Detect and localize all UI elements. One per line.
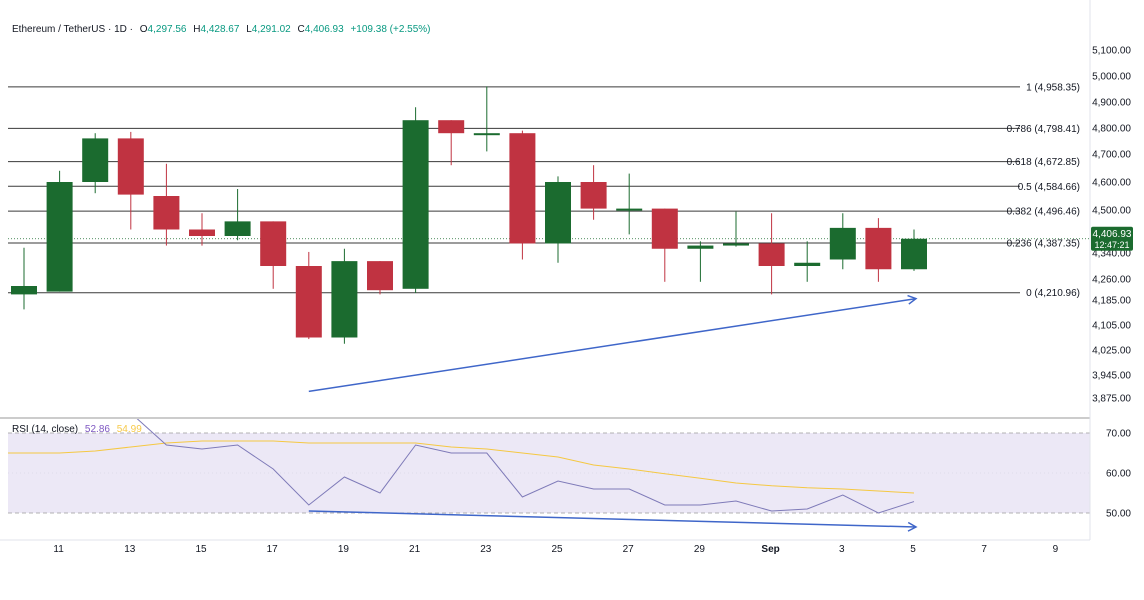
time-tick-label: 29 xyxy=(694,544,706,555)
candle-body xyxy=(758,243,785,266)
fib-label: 0 (4,210.96) xyxy=(1026,288,1080,299)
change-value: +109.38 (+2.55%) xyxy=(350,24,431,35)
candle-body xyxy=(82,138,109,182)
low-value: 4,291.02 xyxy=(251,24,291,35)
price-tick-label: 3,875.00 xyxy=(1092,394,1131,405)
time-tick-label: 15 xyxy=(195,544,207,555)
price-tick-label: 4,900.00 xyxy=(1092,98,1131,109)
rsi-title: RSI (14, close) xyxy=(12,424,79,435)
time-tick-label: 17 xyxy=(267,544,279,555)
rsi-trendline xyxy=(308,510,917,528)
candle-body xyxy=(545,182,571,244)
time-tick-label: 19 xyxy=(338,544,350,555)
symbol-title: Ethereum / TetherUS · 1D · xyxy=(12,24,133,35)
price-tick-label: 4,800.00 xyxy=(1092,124,1131,135)
time-tick-label: 13 xyxy=(124,544,136,555)
candle-body xyxy=(260,221,287,266)
candle-body xyxy=(865,227,892,270)
time-tick-label: 5 xyxy=(910,544,916,555)
candle-body xyxy=(651,208,678,249)
high-value: 4,428.67 xyxy=(200,24,240,35)
fib-label: 0.618 (4,672.85) xyxy=(1007,157,1080,168)
time-tick-label: Sep xyxy=(761,544,779,555)
candle-body xyxy=(189,229,215,236)
candle-body xyxy=(616,208,643,211)
time-tick-label: 21 xyxy=(409,544,421,555)
candle-body xyxy=(723,243,749,246)
price-tick-label: 3,945.00 xyxy=(1092,371,1131,382)
price-pane[interactable]: 1 (4,958.35) 0.786 (4,798.41) 0.618 (4,672… xyxy=(8,82,1090,393)
rsi-header: RSI (14, close) 52.86 54.99 xyxy=(12,424,142,435)
time-tick-label: 9 xyxy=(1053,544,1059,555)
candle-body xyxy=(794,262,821,266)
time-tick-label: 7 xyxy=(981,544,987,555)
rsi-tick-label: 70.00 xyxy=(1106,429,1131,440)
rsi-tick-label: 50.00 xyxy=(1106,509,1131,520)
candle-body xyxy=(224,221,251,236)
candle-body xyxy=(153,196,180,230)
chart-canvas[interactable]: 1 (4,958.35) 0.786 (4,798.41) 0.618 (4,672… xyxy=(0,0,1144,600)
candle-body xyxy=(367,261,393,291)
price-tick-label: 4,260.00 xyxy=(1092,275,1131,286)
candle-body xyxy=(295,266,322,338)
open-value: 4,297.56 xyxy=(147,24,187,35)
candle-body xyxy=(46,182,73,292)
close-value: 4,406.93 xyxy=(304,24,344,35)
price-trendline xyxy=(308,297,917,393)
rsi-ma-value: 54.99 xyxy=(116,424,142,435)
rsi-value: 52.86 xyxy=(84,424,110,435)
price-tick-label: 4,500.00 xyxy=(1092,206,1131,217)
price-tick-label: 4,700.00 xyxy=(1092,150,1131,161)
price-tick-label: 5,100.00 xyxy=(1092,46,1131,57)
close-label: C xyxy=(297,24,305,35)
open-label: O xyxy=(139,24,148,35)
candle-body xyxy=(829,227,856,260)
candle-body xyxy=(473,133,500,136)
candle-body xyxy=(901,238,927,270)
time-tick-label: 11 xyxy=(53,544,64,555)
rsi-pane[interactable] xyxy=(8,345,1090,532)
time-tick-label: 3 xyxy=(839,544,845,555)
candle-body xyxy=(438,120,465,134)
candle-body xyxy=(509,133,536,244)
price-tick-label: 5,000.00 xyxy=(1092,72,1131,83)
candle-body xyxy=(11,286,37,295)
price-tick-label: 4,185.00 xyxy=(1092,296,1131,307)
high-label: H xyxy=(193,24,201,35)
candle-body xyxy=(117,138,144,195)
fib-label: 0.5 (4,584.66) xyxy=(1018,182,1080,193)
fib-label: 0.786 (4,798.41) xyxy=(1007,124,1080,135)
candle-body xyxy=(580,182,607,209)
time-tick-label: 27 xyxy=(623,544,635,555)
countdown-value: 12:47:21 xyxy=(1094,240,1129,250)
last-price-value: 4,406.93 xyxy=(1093,229,1132,240)
time-tick-label: 23 xyxy=(480,544,492,555)
candle-body xyxy=(331,261,358,338)
time-tick-label: 25 xyxy=(551,544,563,555)
candle-body xyxy=(402,120,429,289)
fib-label: 1 (4,958.35) xyxy=(1026,82,1080,93)
price-tick-label: 4,025.00 xyxy=(1092,346,1131,357)
price-tick-label: 4,105.00 xyxy=(1092,321,1131,332)
fib-label: 0.236 (4,387.35) xyxy=(1007,238,1080,249)
rsi-tick-label: 60.00 xyxy=(1106,469,1131,480)
fib-label: 0.382 (4,496.46) xyxy=(1007,207,1080,218)
candle-body xyxy=(687,245,714,249)
price-tick-label: 4,600.00 xyxy=(1092,178,1131,189)
symbol-header: Ethereum / TetherUS · 1D · O4,297.56 H4,… xyxy=(12,24,431,35)
